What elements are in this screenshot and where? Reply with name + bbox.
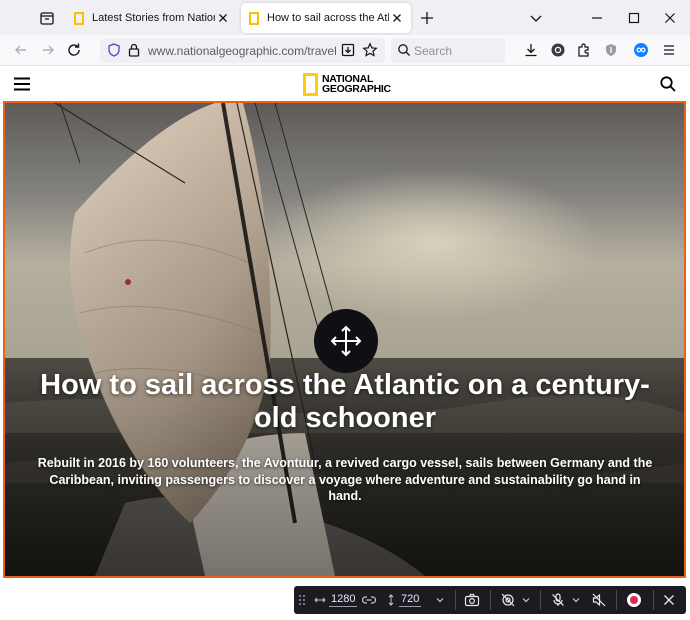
close-icon[interactable] xyxy=(389,10,405,26)
close-icon[interactable] xyxy=(663,586,675,614)
lock-icon[interactable] xyxy=(126,42,142,63)
viewport-height-value: 720 xyxy=(399,593,422,607)
extension-icon[interactable] xyxy=(575,41,593,59)
tab-title: Latest Stories from National Geographic xyxy=(92,12,215,24)
tab-sail-atlantic[interactable]: How to sail across the Atlantic on a cen… xyxy=(241,3,411,33)
search-icon[interactable] xyxy=(659,75,677,98)
width-icon xyxy=(314,586,326,614)
hero-section[interactable]: How to sail across the Atlantic on a cen… xyxy=(3,101,686,578)
download-icon[interactable] xyxy=(522,41,540,59)
viewport-width-input[interactable]: 1280 xyxy=(329,586,358,614)
chevron-down-icon[interactable] xyxy=(521,586,531,614)
logo-wordmark: NATIONAL GEOGRAPHIC xyxy=(322,74,391,95)
chevron-down-icon[interactable] xyxy=(571,586,581,614)
site-header: NATIONAL GEOGRAPHIC xyxy=(0,67,690,101)
privacy-badger-icon[interactable] xyxy=(602,41,620,59)
link-icon[interactable] xyxy=(362,586,376,614)
close-icon[interactable] xyxy=(215,10,231,26)
drag-handle-icon[interactable] xyxy=(298,586,306,614)
mic-off-icon[interactable] xyxy=(550,586,566,614)
touch-off-icon[interactable] xyxy=(500,586,516,614)
reader-view-icon[interactable] xyxy=(340,42,356,63)
divider xyxy=(616,590,617,610)
mute-icon[interactable] xyxy=(591,586,607,614)
plus-icon[interactable] xyxy=(418,9,436,27)
height-icon xyxy=(385,586,397,614)
shield-icon[interactable] xyxy=(106,42,122,63)
viewport-width-value: 1280 xyxy=(329,593,358,607)
maximize-icon[interactable] xyxy=(625,9,643,27)
article-headline: How to sail across the Atlantic on a cen… xyxy=(40,369,650,434)
chevron-down-icon[interactable] xyxy=(528,10,544,26)
browser-window: Latest Stories from National Geographic … xyxy=(0,0,690,620)
star-icon[interactable] xyxy=(362,42,378,63)
natgeo-logo[interactable]: NATIONAL GEOGRAPHIC xyxy=(303,71,391,97)
yellow-border-logo-mark xyxy=(303,72,318,96)
viewport-height-input[interactable]: 720 xyxy=(399,586,422,614)
close-window-icon[interactable] xyxy=(661,9,679,27)
chevron-down-icon[interactable] xyxy=(435,586,445,614)
tab-title: How to sail across the Atlantic on a cen… xyxy=(267,12,389,24)
search-bar[interactable]: Search xyxy=(391,38,505,63)
record-button[interactable] xyxy=(627,593,641,607)
natgeo-favicon xyxy=(249,11,259,25)
reload-icon[interactable] xyxy=(65,41,83,59)
tab-strip: Latest Stories from National Geographic … xyxy=(0,0,690,35)
divider xyxy=(540,590,541,610)
menu-icon[interactable] xyxy=(660,41,678,59)
logo-line-2: GEOGRAPHIC xyxy=(322,83,391,95)
search-placeholder: Search xyxy=(414,44,453,58)
minimize-icon[interactable] xyxy=(588,9,606,27)
url-bar[interactable]: www.nationalgeographic.com/travel/articl… xyxy=(100,38,385,63)
move-icon[interactable] xyxy=(314,309,378,373)
url-text: www.nationalgeographic.com/travel/articl… xyxy=(148,44,336,58)
divider xyxy=(455,590,456,610)
record-dot xyxy=(630,596,638,604)
account-icon[interactable] xyxy=(549,41,567,59)
record-icon[interactable] xyxy=(627,586,641,614)
search-icon xyxy=(397,43,411,62)
vpn-icon[interactable] xyxy=(632,41,650,59)
responsive-design-toolbar: 1280 720 xyxy=(294,586,686,614)
back-icon[interactable] xyxy=(12,41,30,59)
divider xyxy=(490,590,491,610)
forward-icon[interactable] xyxy=(39,41,57,59)
camera-icon[interactable] xyxy=(464,586,480,614)
article-dek: Rebuilt in 2016 by 160 volunteers, the A… xyxy=(37,456,653,503)
navigation-toolbar: www.nationalgeographic.com/travel/articl… xyxy=(0,35,690,66)
tab-list-icon[interactable] xyxy=(38,9,56,27)
divider xyxy=(653,590,654,610)
hamburger-icon[interactable] xyxy=(12,75,32,98)
tab-latest-stories[interactable]: Latest Stories from National Geographic xyxy=(66,3,237,33)
natgeo-favicon xyxy=(74,11,84,25)
